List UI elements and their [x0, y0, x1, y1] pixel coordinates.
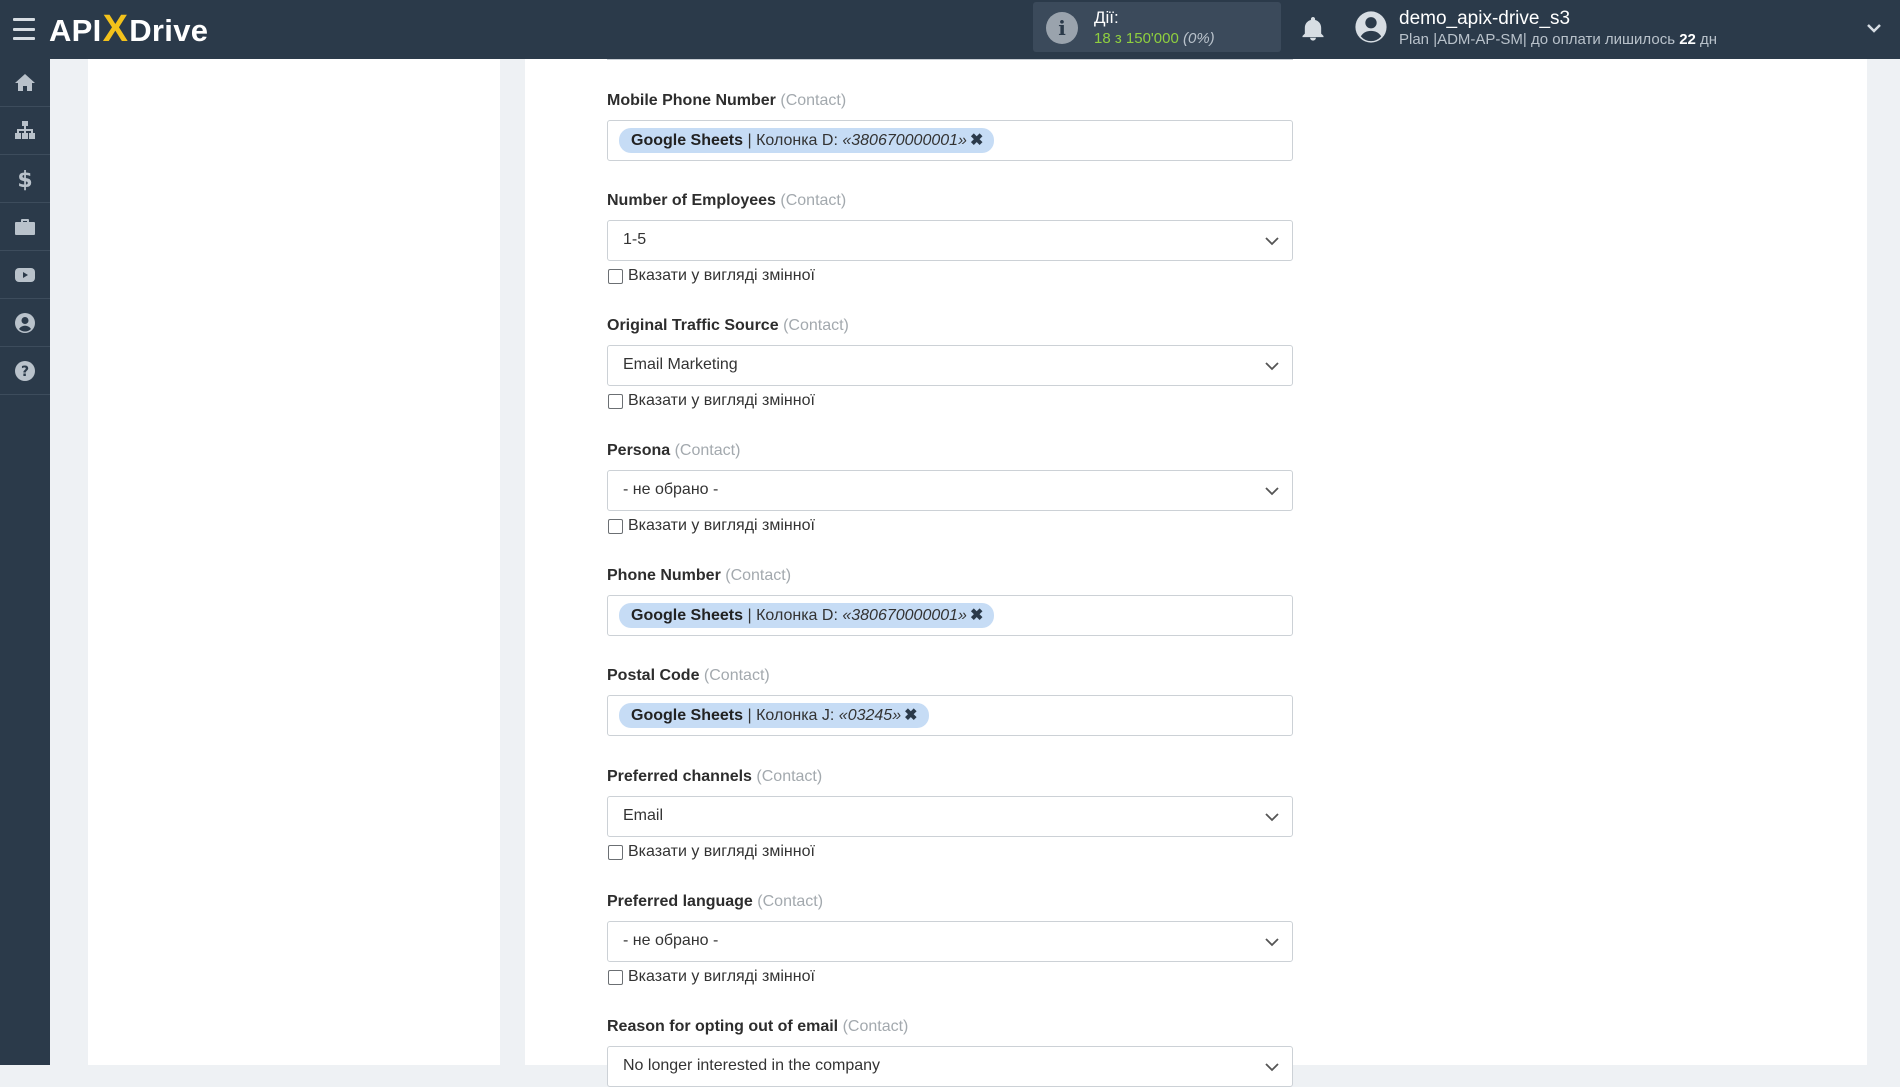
chevron-down-icon[interactable] — [1864, 18, 1884, 38]
field-persona: Persona (Contact) - не обрано - Вказати … — [607, 440, 1293, 536]
chevron-down-icon — [1265, 938, 1279, 947]
user-avatar-icon[interactable] — [1354, 10, 1388, 44]
sidebar-item-connections[interactable] — [0, 107, 50, 155]
user-plan: Plan |ADM-AP-SM| до оплати лишилось 22 д… — [1399, 31, 1718, 48]
field-label: Number of Employees (Contact) — [607, 192, 847, 209]
bell-icon[interactable] — [1299, 14, 1327, 44]
variable-tag[interactable]: Google Sheets | Колонка D: «380670000001… — [619, 603, 995, 628]
field-preferred-channels: Preferred channels (Contact) Email Вказа… — [607, 766, 1293, 862]
chevron-down-icon — [1265, 237, 1279, 246]
chevron-down-icon — [1265, 813, 1279, 822]
field-label: Preferred language (Contact) — [607, 893, 824, 910]
info-icon: i — [1046, 12, 1078, 44]
sidebar-item-help[interactable]: ? — [0, 347, 50, 395]
top-bar: APIXDrive i Дії: 18 з 150'000 (0%) demo_… — [0, 0, 1900, 59]
checkbox[interactable] — [608, 393, 623, 409]
checkbox[interactable] — [608, 268, 623, 284]
field-label: Mobile Phone Number (Contact) — [607, 92, 847, 109]
preferred-language-select[interactable]: - не обрано - — [607, 921, 1293, 962]
dollar-icon: $ — [17, 168, 32, 191]
sidebar-item-home[interactable] — [0, 59, 50, 107]
remove-tag-icon[interactable]: ✖ — [904, 703, 917, 728]
field-preferred-language: Preferred language (Contact) - не обрано… — [607, 891, 1293, 987]
field-label: Reason for opting out of email (Contact) — [607, 1018, 909, 1035]
svg-text:?: ? — [21, 364, 29, 380]
checkbox[interactable] — [608, 844, 623, 860]
persona-select[interactable]: - не обрано - — [607, 470, 1293, 511]
mobile-phone-number-input[interactable]: Google Sheets | Колонка D: «380670000001… — [607, 120, 1293, 161]
variable-checkbox[interactable]: Вказати у вигляді змінної — [607, 842, 1293, 862]
checkbox[interactable] — [608, 969, 623, 985]
apix-drive-logo[interactable]: APIXDrive — [49, 8, 208, 51]
field-phone-number: Phone Number (Contact) Google Sheets | К… — [607, 565, 1293, 636]
preferred-channels-select[interactable]: Email — [607, 796, 1293, 837]
number-of-employees-select[interactable]: 1-5 — [607, 220, 1293, 261]
user-circle-icon — [15, 312, 35, 333]
menu-toggle-icon[interactable] — [13, 16, 35, 42]
actions-label: Дії: — [1094, 8, 1119, 27]
help-icon: ? — [15, 360, 35, 381]
chevron-down-icon — [1265, 1063, 1279, 1072]
sidebar-item-projects[interactable] — [0, 203, 50, 251]
original-traffic-source-select[interactable]: Email Marketing — [607, 345, 1293, 386]
remove-tag-icon[interactable]: ✖ — [970, 603, 983, 628]
field-label: Postal Code (Contact) — [607, 667, 770, 684]
field-label: Original Traffic Source (Contact) — [607, 317, 849, 334]
user-name[interactable]: demo_apix-drive_s3 — [1399, 8, 1570, 30]
field-label: Phone Number (Contact) — [607, 567, 792, 584]
sitemap-icon — [15, 120, 35, 139]
actions-value: 18 з 150'000 (0%) — [1094, 30, 1215, 47]
sidebar: $ ? — [0, 59, 50, 1065]
variable-checkbox[interactable]: Вказати у вигляді змінної — [607, 967, 1293, 987]
variable-checkbox[interactable]: Вказати у вигляді змінної — [607, 516, 1293, 536]
field-label: Preferred channels (Contact) — [607, 768, 823, 785]
field-original-traffic-source: Original Traffic Source (Contact) Email … — [607, 315, 1293, 411]
main-content: Mobile Phone Number (Contact) Google She… — [50, 59, 1900, 1087]
variable-checkbox[interactable]: Вказати у вигляді змінної — [607, 266, 1293, 286]
left-panel — [88, 59, 500, 1065]
field-mobile-phone-number: Mobile Phone Number (Contact) Google She… — [607, 90, 1293, 161]
field-postal-code: Postal Code (Contact) Google Sheets | Ко… — [607, 665, 1293, 736]
field-reason-opting-out: Reason for opting out of email (Contact)… — [607, 1016, 1293, 1087]
sidebar-item-billing[interactable]: $ — [0, 155, 50, 203]
field-label: Persona (Contact) — [607, 442, 741, 459]
postal-code-input[interactable]: Google Sheets | Колонка J: «03245» ✖ — [607, 695, 1293, 736]
phone-number-input[interactable]: Google Sheets | Колонка D: «380670000001… — [607, 595, 1293, 636]
svg-text:$: $ — [17, 168, 32, 191]
reason-opting-out-select[interactable]: No longer interested in the company — [607, 1046, 1293, 1087]
sidebar-item-account[interactable] — [0, 299, 50, 347]
sidebar-item-video[interactable] — [0, 251, 50, 299]
variable-checkbox[interactable]: Вказати у вигляді змінної — [607, 391, 1293, 411]
remove-tag-icon[interactable]: ✖ — [970, 128, 983, 153]
briefcase-icon — [15, 218, 35, 235]
previous-field-edge — [607, 59, 1293, 60]
actions-counter[interactable]: i Дії: 18 з 150'000 (0%) — [1033, 2, 1281, 52]
home-icon — [15, 73, 35, 91]
youtube-icon — [15, 267, 35, 282]
checkbox[interactable] — [608, 518, 623, 534]
variable-tag[interactable]: Google Sheets | Колонка J: «03245» ✖ — [619, 703, 929, 728]
chevron-down-icon — [1265, 487, 1279, 496]
variable-tag[interactable]: Google Sheets | Колонка D: «380670000001… — [619, 128, 995, 153]
field-number-of-employees: Number of Employees (Contact) 1-5 Вказат… — [607, 190, 1293, 286]
chevron-down-icon — [1265, 362, 1279, 371]
